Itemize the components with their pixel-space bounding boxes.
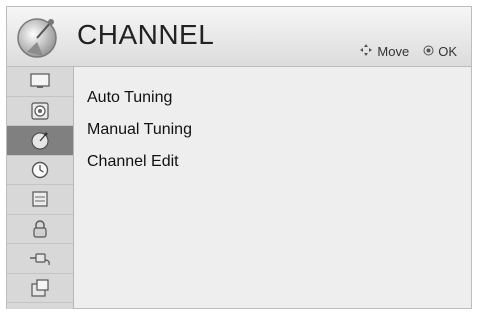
sidebar-item-lock[interactable] <box>7 215 73 244</box>
navigation-hint: Move OK <box>359 43 457 60</box>
option-icon <box>32 191 48 207</box>
auto-tuning-item[interactable]: Auto Tuning <box>87 89 172 107</box>
sidebar-item-audio[interactable] <box>7 97 73 126</box>
ok-button-icon <box>423 44 434 59</box>
menu-content: Auto Tuning Manual Tuning Channel Edit <box>74 67 471 308</box>
page-title: CHANNEL <box>77 19 215 50</box>
picture-icon <box>30 73 50 89</box>
manual-tuning-item[interactable]: Manual Tuning <box>87 121 192 139</box>
channel-satellite-icon <box>17 18 57 58</box>
channel-satellite-icon <box>31 132 49 150</box>
menu-window: CHANNEL Move OK Auto Tuning Manual Tunin… <box>6 6 472 309</box>
sidebar-item-input[interactable] <box>7 244 73 274</box>
audio-icon <box>31 102 49 120</box>
sidebar-item-time[interactable] <box>7 156 73 185</box>
sidebar-item-option[interactable] <box>7 185 73 215</box>
sidebar <box>7 67 74 309</box>
sidebar-item-my-media[interactable] <box>7 274 73 303</box>
my-media-icon <box>31 279 49 297</box>
time-icon <box>31 161 49 178</box>
sidebar-item-picture[interactable] <box>7 67 73 97</box>
ok-label: OK <box>438 44 457 59</box>
channel-edit-item[interactable]: Channel Edit <box>87 153 179 171</box>
sidebar-item-channel[interactable] <box>7 126 73 156</box>
input-icon <box>30 253 50 266</box>
move-label: Move <box>377 44 410 59</box>
move-arrows-icon <box>359 43 373 60</box>
menu-header: CHANNEL Move OK <box>7 7 471 67</box>
lock-icon <box>33 220 47 238</box>
